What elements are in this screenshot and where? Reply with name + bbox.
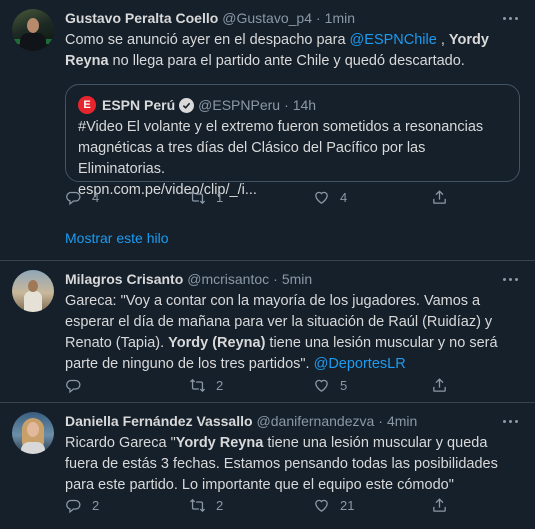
tweet-header: Milagros Crisanto @mcrisantoc · 5min [65,269,521,289]
retweet-button[interactable]: 1 [189,189,313,206]
reply-button[interactable] [65,377,189,394]
retweet-count: 1 [216,189,224,205]
avatar[interactable] [12,270,54,312]
tweet-header: Gustavo Peralta Coello @Gustavo_p4 · 1mi… [65,8,521,28]
quoted-handle: @ESPNPeru [198,97,281,113]
more-icon[interactable] [499,10,521,26]
like-button[interactable]: 5 [313,377,431,394]
heart-icon [315,379,328,392]
tweet-actions: 2 5 [65,375,448,395]
avatar[interactable] [12,9,54,51]
author-name[interactable]: Gustavo Peralta Coello [65,10,218,26]
separator: · [316,10,321,26]
retweet-button[interactable]: 2 [189,497,313,514]
bold-text: Yordy (Reyna) [168,335,266,351]
separator: · [273,271,278,287]
separator: · [378,413,383,429]
retweet-icon [189,378,206,392]
quoted-author-name: ESPN Perú [102,97,176,113]
tweet-time[interactable]: 1min [325,10,355,26]
text-segment: , [436,32,449,48]
tweet-text: Ricardo Gareca "Yordy Reyna tiene una le… [65,433,521,496]
retweet-count: 2 [216,497,224,513]
share-button[interactable] [431,189,448,206]
share-button[interactable] [431,377,448,394]
quoted-header: E ESPN Perú @ESPNPeru · 14h [78,95,507,115]
like-count: 21 [340,497,355,513]
retweet-count: 2 [216,377,224,393]
show-thread-link[interactable]: Mostrar este hilo [65,230,168,246]
retweet-icon [189,498,206,512]
tweet-time[interactable]: 4min [387,413,417,429]
text-segment: no llega para el partido ante Chile y qu… [108,53,465,69]
espn-logo-avatar: E [78,96,96,114]
like-count: 5 [340,377,348,393]
author-handle[interactable]: @danifernandezva [257,413,375,429]
like-button[interactable]: 21 [313,497,431,514]
heart-icon [315,191,328,204]
share-button[interactable] [431,497,448,514]
tweet-text: Gareca: "Voy a contar con la mayoría de … [65,291,521,375]
like-button[interactable]: 4 [313,189,431,206]
retweet-icon [189,190,206,204]
timeline-feed: Gustavo Peralta Coello @Gustavo_p4 · 1mi… [0,0,535,529]
mention-link[interactable]: @DeportesLR [314,356,406,372]
author-handle[interactable]: @Gustavo_p4 [222,10,312,26]
mention-link[interactable]: @ESPNChile [350,32,437,48]
reply-count: 4 [92,189,100,205]
reply-icon [66,191,81,205]
tweet-header: Daniella Fernández Vassallo @danifernand… [65,411,521,431]
author-name[interactable]: Daniella Fernández Vassallo [65,413,253,429]
tweet[interactable]: Daniella Fernández Vassallo @danifernand… [0,403,535,529]
heart-icon [315,499,328,512]
bold-text: Yordy Reyna [175,435,264,451]
tweet-actions: 4 1 4 [65,187,448,207]
tweet[interactable]: Milagros Crisanto @mcrisantoc · 5min Gar… [0,261,535,403]
reply-count: 2 [92,497,100,513]
text-segment: Ricardo Gareca " [65,435,176,451]
reply-button[interactable]: 2 [65,497,189,514]
reply-icon [66,379,81,393]
verified-badge-icon [179,97,195,113]
share-icon [433,497,446,512]
share-icon [433,377,446,392]
reply-icon [66,499,81,513]
share-icon [433,189,446,204]
author-name[interactable]: Milagros Crisanto [65,271,183,287]
quoted-tweet[interactable]: E ESPN Perú @ESPNPeru · 14h #Video El vo… [65,84,520,198]
text-segment: Como se anunció ayer en el despacho para [65,32,350,48]
avatar[interactable] [12,412,54,454]
retweet-button[interactable]: 2 [189,377,313,394]
quoted-body: #Video El volante y el extremo fueron so… [78,119,484,177]
separator: · [284,97,289,113]
more-icon[interactable] [499,271,521,287]
quoted-time: 14h [292,97,317,113]
like-count: 4 [340,189,348,205]
tweet[interactable]: Gustavo Peralta Coello @Gustavo_p4 · 1mi… [0,0,535,261]
tweet-text: Como se anunció ayer en el despacho para… [65,30,521,72]
tweet-actions: 2 2 21 [65,495,448,515]
reply-button[interactable]: 4 [65,189,189,206]
more-icon[interactable] [499,413,521,429]
tweet-time[interactable]: 5min [282,271,312,287]
author-handle[interactable]: @mcrisantoc [187,271,269,287]
